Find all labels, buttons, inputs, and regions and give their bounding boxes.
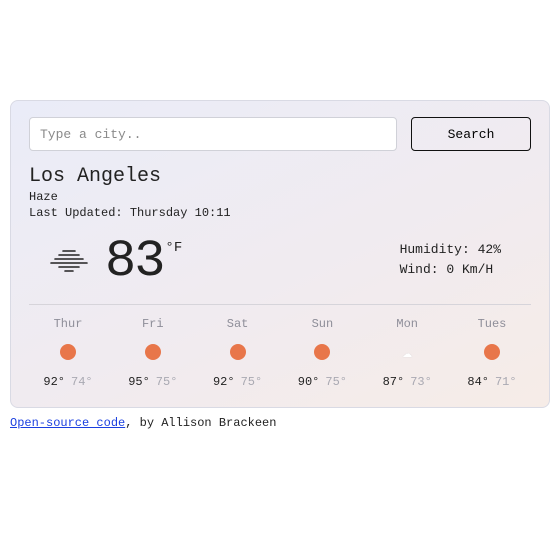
- divider: [29, 304, 531, 305]
- forecast-day: Sun 90° 75°: [287, 317, 357, 389]
- forecast-day-label: Tues: [457, 317, 527, 331]
- forecast-hi: 92°: [213, 375, 235, 389]
- forecast-lo: 75°: [325, 375, 347, 389]
- forecast-day: Sat 92° 75°: [203, 317, 273, 389]
- search-button[interactable]: Search: [411, 117, 531, 151]
- city-input[interactable]: [29, 117, 397, 151]
- temp-unit: °F: [165, 240, 182, 256]
- forecast-lo: 75°: [241, 375, 263, 389]
- sunny-icon: [33, 341, 103, 363]
- forecast-day: Thur 92° 74°: [33, 317, 103, 389]
- source-link[interactable]: Open-source code: [10, 416, 125, 430]
- current-temp: 83: [105, 236, 163, 288]
- footer-author: , by Allison Brackeen: [125, 416, 276, 430]
- forecast-lo: 74°: [71, 375, 93, 389]
- last-updated: Last Updated: Thursday 10:11: [29, 206, 531, 220]
- forecast-day: Tues 84° 71°: [457, 317, 527, 389]
- forecast-hi: 87°: [383, 375, 405, 389]
- forecast-day-label: Thur: [33, 317, 103, 331]
- sunny-icon: [457, 341, 527, 363]
- haze-icon: [49, 247, 89, 277]
- forecast-day-label: Sun: [287, 317, 357, 331]
- forecast-day-label: Sat: [203, 317, 273, 331]
- current-conditions: 83 °F Humidity: 42% Wind: 0 Km/H: [29, 230, 531, 304]
- footer: Open-source code, by Allison Brackeen: [10, 416, 550, 430]
- forecast-hi: 92°: [43, 375, 65, 389]
- sunny-icon: [118, 341, 188, 363]
- forecast-hi: 95°: [128, 375, 150, 389]
- forecast-hi: 84°: [467, 375, 489, 389]
- forecast-lo: 73°: [410, 375, 432, 389]
- sunny-icon: [287, 341, 357, 363]
- city-name: Los Angeles: [29, 165, 531, 188]
- humidity-text: Humidity: 42%: [400, 240, 501, 260]
- forecast-hi: 90°: [298, 375, 320, 389]
- forecast-lo: 71°: [495, 375, 517, 389]
- cloud-icon: ☁: [372, 341, 442, 363]
- forecast-day: Fri 95° 75°: [118, 317, 188, 389]
- forecast-day-label: Mon: [372, 317, 442, 331]
- forecast-day-label: Fri: [118, 317, 188, 331]
- forecast-day: Mon ☁ 87° 73°: [372, 317, 442, 389]
- condition-text: Haze: [29, 190, 531, 204]
- forecast-row: Thur 92° 74° Fri 95° 75° Sat 92° 75° Sun 90…: [29, 317, 531, 389]
- wind-text: Wind: 0 Km/H: [400, 260, 501, 280]
- weather-card: Search Los Angeles Haze Last Updated: Th…: [10, 100, 550, 408]
- forecast-lo: 75°: [156, 375, 178, 389]
- sunny-icon: [203, 341, 273, 363]
- search-row: Search: [29, 117, 531, 151]
